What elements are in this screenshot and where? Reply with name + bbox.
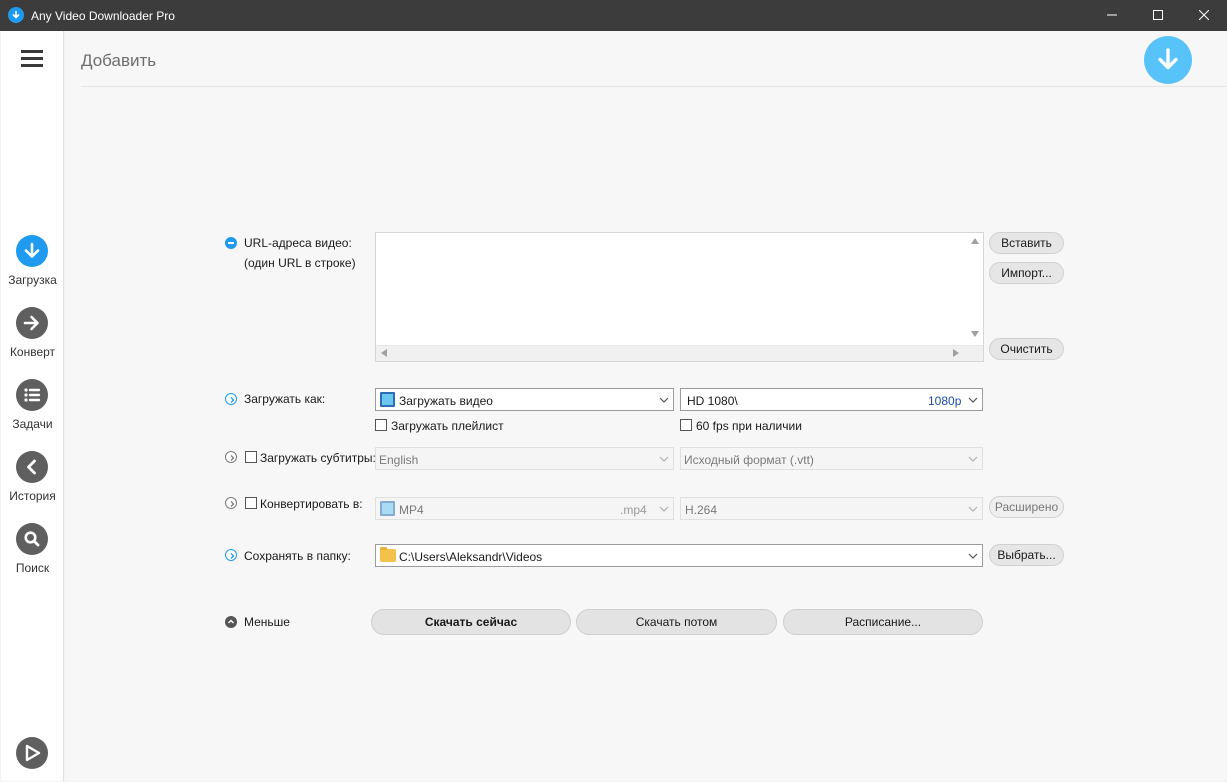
expand-chevron-icon[interactable] bbox=[225, 549, 237, 561]
collapse-icon[interactable] bbox=[225, 237, 237, 249]
download-icon[interactable] bbox=[1144, 36, 1192, 84]
chevron-down-icon bbox=[659, 397, 669, 403]
browse-button[interactable]: Выбрать... bbox=[989, 544, 1064, 566]
subtitle-language-select[interactable]: English bbox=[375, 447, 674, 470]
expand-chevron-icon[interactable] bbox=[225, 451, 237, 463]
sidebar-item-tasks[interactable]: Задачи bbox=[1, 379, 64, 441]
import-button[interactable]: Импорт... bbox=[989, 262, 1064, 284]
save-to-label: Сохранять в папку: bbox=[244, 549, 351, 563]
search-icon bbox=[16, 523, 48, 555]
scroll-left-icon[interactable] bbox=[381, 349, 387, 357]
chevron-down-icon bbox=[968, 397, 978, 403]
chevron-down-icon bbox=[968, 456, 978, 462]
close-button[interactable] bbox=[1181, 0, 1227, 31]
convert-label: Конвертировать в: bbox=[260, 497, 363, 511]
chevron-down-icon bbox=[968, 553, 978, 559]
quality-value: HD 1080\ bbox=[687, 394, 738, 408]
paste-button[interactable]: Вставить bbox=[989, 232, 1064, 254]
chevron-down-icon bbox=[968, 506, 978, 512]
subtitle-format-select[interactable]: Исходный формат (.vtt) bbox=[680, 447, 983, 470]
convert-format-ext: .mp4 bbox=[620, 503, 647, 517]
download-as-label: Загружать как: bbox=[244, 392, 326, 406]
sidebar-item-search[interactable]: Поиск bbox=[1, 523, 64, 585]
close-icon bbox=[1199, 10, 1209, 20]
codec-value: H.264 bbox=[685, 503, 718, 517]
sidebar-item-label: Задачи bbox=[12, 417, 53, 431]
clear-button[interactable]: Очистить bbox=[989, 338, 1064, 360]
download-now-button[interactable]: Скачать сейчас bbox=[371, 609, 571, 635]
film-icon bbox=[380, 392, 395, 407]
app-download-icon bbox=[8, 7, 24, 23]
save-path-select[interactable]: C:\Users\Aleksandr\Videos bbox=[375, 544, 983, 567]
quality-select[interactable]: HD 1080\ 1080p bbox=[680, 388, 983, 411]
window-title: Any Video Downloader Pro bbox=[31, 9, 175, 23]
hamburger-icon[interactable] bbox=[21, 50, 43, 68]
sidebar-item-label: Конверт bbox=[9, 345, 56, 359]
playlist-label: Загружать плейлист bbox=[391, 419, 504, 433]
codec-select[interactable]: H.264 bbox=[680, 497, 983, 520]
minimize-icon bbox=[1107, 14, 1117, 16]
chevron-left-icon bbox=[16, 451, 48, 483]
fps-label: 60 fps при наличии bbox=[696, 419, 802, 433]
subtitle-language-value: English bbox=[379, 453, 419, 467]
minimize-button[interactable] bbox=[1089, 0, 1135, 31]
expand-chevron-icon[interactable] bbox=[225, 497, 237, 509]
playlist-checkbox[interactable] bbox=[375, 419, 387, 431]
chevron-down-icon bbox=[659, 506, 669, 512]
quality-badge: 1080p bbox=[928, 394, 962, 408]
fps-checkbox[interactable] bbox=[680, 419, 692, 431]
sidebar-item-convert[interactable]: Конверт bbox=[1, 307, 64, 369]
sidebar: Загрузка Конверт Задачи История Поиск bbox=[1, 31, 64, 781]
scroll-down-icon[interactable] bbox=[971, 331, 979, 337]
scroll-right-icon[interactable] bbox=[953, 349, 959, 357]
download-icon bbox=[16, 235, 48, 267]
sidebar-item-label: Загрузка bbox=[8, 273, 57, 287]
less-toggle[interactable]: Меньше bbox=[244, 615, 290, 629]
convert-format-value: MP4 bbox=[399, 503, 424, 517]
save-path-value: C:\Users\Aleksandr\Videos bbox=[399, 550, 543, 564]
main-panel: Добавить URL-адреса видео: (один URL в с… bbox=[65, 31, 1226, 781]
download-type-value: Загружать видео bbox=[399, 394, 493, 408]
sidebar-item-label: Поиск bbox=[15, 561, 50, 575]
page-title: Добавить bbox=[81, 51, 157, 70]
header-divider bbox=[81, 86, 1226, 87]
sidebar-item-download[interactable]: Загрузка bbox=[1, 235, 64, 297]
download-type-select[interactable]: Загружать видео bbox=[375, 388, 674, 411]
film-icon bbox=[380, 501, 395, 516]
title-bar: Any Video Downloader Pro bbox=[0, 0, 1227, 31]
subtitles-checkbox[interactable] bbox=[245, 451, 257, 463]
arrow-right-icon bbox=[16, 307, 48, 339]
vertical-scrollbar[interactable] bbox=[967, 233, 983, 346]
scroll-up-icon[interactable] bbox=[971, 238, 979, 244]
horizontal-scrollbar[interactable] bbox=[376, 345, 983, 361]
chevron-down-icon bbox=[659, 456, 669, 462]
url-textarea[interactable] bbox=[375, 232, 984, 362]
folder-icon bbox=[380, 547, 396, 562]
sidebar-item-history[interactable]: История bbox=[1, 451, 64, 513]
maximize-button[interactable] bbox=[1135, 0, 1181, 31]
convert-checkbox[interactable] bbox=[245, 497, 257, 509]
subtitle-format-value: Исходный формат (.vtt) bbox=[684, 453, 814, 467]
list-icon bbox=[16, 379, 48, 411]
subtitles-label: Загружать субтитры: bbox=[260, 451, 376, 465]
convert-format-select[interactable]: MP4 .mp4 bbox=[375, 497, 674, 520]
maximize-icon bbox=[1153, 10, 1163, 20]
chevron-up-icon[interactable] bbox=[225, 616, 237, 628]
download-later-button[interactable]: Скачать потом bbox=[576, 609, 777, 635]
schedule-button[interactable]: Расписание... bbox=[783, 609, 983, 635]
url-hint: (один URL в строке) bbox=[244, 256, 356, 270]
advanced-button[interactable]: Расширено bbox=[989, 496, 1064, 518]
expand-chevron-icon[interactable] bbox=[225, 393, 237, 405]
sidebar-item-label: История bbox=[9, 489, 56, 503]
url-label: URL-адреса видео: bbox=[244, 236, 352, 250]
play-icon[interactable] bbox=[16, 737, 48, 769]
